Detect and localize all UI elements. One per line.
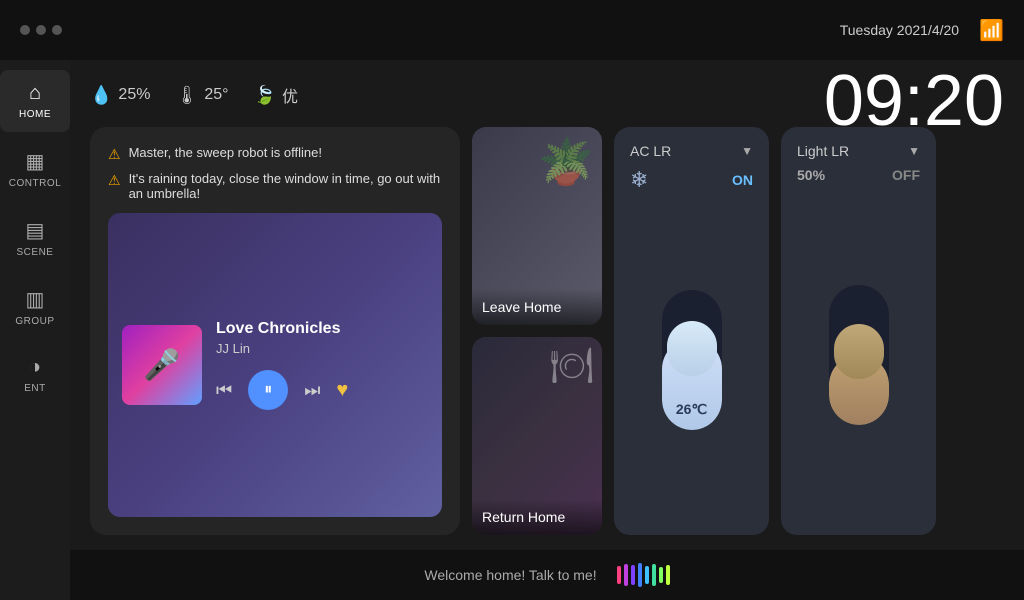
sidebar-label-group: GROUP — [15, 316, 54, 327]
ac-card: AC LR ▼ ❄ ON 26℃ — [614, 127, 769, 535]
light-slider-knob[interactable] — [834, 324, 884, 379]
main-card: ⚠ Master, the sweep robot is offline! ⚠ … — [90, 127, 460, 535]
wifi-icon: 📶 — [979, 18, 1004, 43]
alert-icon-2: ⚠ — [108, 172, 121, 189]
status-bar: 💧 25% 🌡 25° 🍃 优 — [90, 75, 1004, 115]
dot-3 — [52, 25, 62, 35]
sidebar-label-ent: ENT — [24, 383, 46, 394]
ac-slider-container: 26℃ — [630, 201, 753, 519]
dot-1 — [20, 25, 30, 35]
album-art: 🎤 — [122, 325, 202, 405]
humidity-value: 25% — [118, 86, 150, 104]
air-quality-value: 优 — [282, 83, 298, 107]
group-icon: ▥ — [26, 287, 45, 312]
notification-text-1: Master, the sweep robot is offline! — [129, 145, 322, 160]
sidebar-item-scene[interactable]: ▤ SCENE — [0, 206, 70, 270]
sidebar-item-ent[interactable]: ◑ ENT — [0, 344, 70, 406]
wave-bar-5 — [645, 566, 649, 584]
home-icon: ⌂ — [29, 82, 41, 105]
top-bar: Tuesday 2021/4/20 📶 — [0, 0, 1024, 60]
air-quality-status: 🍃 优 — [254, 83, 298, 107]
wave-bar-4 — [638, 563, 642, 587]
light-status-row: 50% OFF — [797, 167, 920, 183]
ac-slider-knob[interactable] — [667, 321, 717, 376]
next-button[interactable]: ⏭ — [304, 380, 320, 401]
ac-status-row: ❄ ON — [630, 167, 753, 193]
thermometer-icon: 🌡 — [175, 85, 198, 106]
sidebar-label-scene: SCENE — [17, 247, 54, 258]
ac-temp-label: 26℃ — [676, 401, 707, 418]
favorite-button[interactable]: ♥ — [336, 379, 348, 402]
main-content: 💧 25% 🌡 25° 🍃 优 ⚠ Master, the sweep robo… — [70, 60, 1024, 550]
light-title: Light LR — [797, 143, 849, 159]
snowflake-icon: ❄ — [630, 167, 648, 193]
wave-bar-6 — [652, 564, 656, 586]
wave-bar-8 — [666, 565, 670, 585]
return-home-card[interactable]: 🍽 Return Home — [472, 337, 602, 535]
sidebar-item-home[interactable]: ⌂ HOME — [0, 70, 70, 132]
prev-button[interactable]: ⏮ — [216, 380, 232, 401]
temperature-value: 25° — [204, 86, 228, 104]
notification-item-2: ⚠ It's raining today, close the window i… — [108, 171, 442, 201]
top-right-info: Tuesday 2021/4/20 📶 — [840, 18, 1004, 43]
light-chevron-icon[interactable]: ▼ — [908, 144, 920, 158]
light-card: Light LR ▼ 50% OFF — [781, 127, 936, 535]
light-status-text: OFF — [892, 167, 920, 183]
ac-chevron-icon[interactable]: ▼ — [741, 144, 753, 158]
music-info: Love Chronicles JJ Lin ⏮ ⏸ ⏭ ♥ — [216, 320, 428, 410]
dot-2 — [36, 25, 46, 35]
leave-home-label: Leave Home — [472, 289, 602, 325]
ac-card-header: AC LR ▼ — [630, 143, 753, 159]
music-player: 🎤 Love Chronicles JJ Lin ⏮ ⏸ ⏭ ♥ — [108, 213, 442, 517]
humidity-icon: 💧 — [90, 85, 112, 106]
return-home-label: Return Home — [472, 499, 602, 535]
light-slider-track[interactable] — [829, 285, 889, 425]
sidebar-item-group[interactable]: ▥ GROUP — [0, 275, 70, 339]
album-art-icon: 🎤 — [143, 348, 180, 383]
temperature-status: 🌡 25° — [175, 85, 228, 106]
wave-bar-7 — [659, 567, 663, 583]
sidebar-label-control: CONTROL — [9, 178, 61, 189]
ent-icon: ◑ — [29, 356, 41, 379]
light-card-header: Light LR ▼ — [797, 143, 920, 159]
ac-title: AC LR — [630, 143, 671, 159]
notification-item-1: ⚠ Master, the sweep robot is offline! — [108, 145, 442, 163]
notifications-list: ⚠ Master, the sweep robot is offline! ⚠ … — [108, 145, 442, 201]
light-slider-container — [797, 191, 920, 519]
scene-icon: ▤ — [26, 218, 45, 243]
music-artist: JJ Lin — [216, 341, 428, 356]
wave-bar-1 — [617, 566, 621, 584]
play-pause-button[interactable]: ⏸ — [248, 370, 288, 410]
play-icon: ⏸ — [264, 381, 272, 399]
bottom-bar: Welcome home! Talk to me! — [70, 550, 1024, 600]
voice-wave[interactable] — [617, 563, 670, 587]
return-home-deco: 🍽 — [550, 345, 594, 386]
cards-row: ⚠ Master, the sweep robot is offline! ⚠ … — [90, 127, 1004, 535]
humidity-status: 💧 25% — [90, 85, 150, 106]
leave-home-card[interactable]: 🪴 Leave Home — [472, 127, 602, 325]
sidebar-label-home: HOME — [19, 109, 51, 120]
bottom-text: Welcome home! Talk to me! — [424, 567, 596, 583]
music-title: Love Chronicles — [216, 320, 428, 338]
sidebar: ⌂ HOME ▦ CONTROL ▤ SCENE ▥ GROUP ◑ ENT — [0, 60, 70, 600]
scene-cards: 🪴 Leave Home 🍽 Return Home — [472, 127, 602, 535]
wave-bar-2 — [624, 564, 628, 586]
music-controls: ⏮ ⏸ ⏭ ♥ — [216, 370, 428, 410]
alert-icon-1: ⚠ — [108, 146, 121, 163]
ac-slider-track[interactable]: 26℃ — [662, 290, 722, 430]
leaf-icon: 🍃 — [254, 85, 276, 106]
date-display: Tuesday 2021/4/20 — [840, 22, 959, 38]
light-percent: 50% — [797, 167, 825, 183]
ac-status-text: ON — [732, 172, 753, 188]
window-controls — [20, 25, 62, 35]
notification-text-2: It's raining today, close the window in … — [129, 171, 442, 201]
sidebar-item-control[interactable]: ▦ CONTROL — [0, 137, 70, 201]
leave-home-deco: 🪴 — [538, 135, 594, 188]
control-icon: ▦ — [26, 149, 45, 174]
wave-bar-3 — [631, 565, 635, 585]
